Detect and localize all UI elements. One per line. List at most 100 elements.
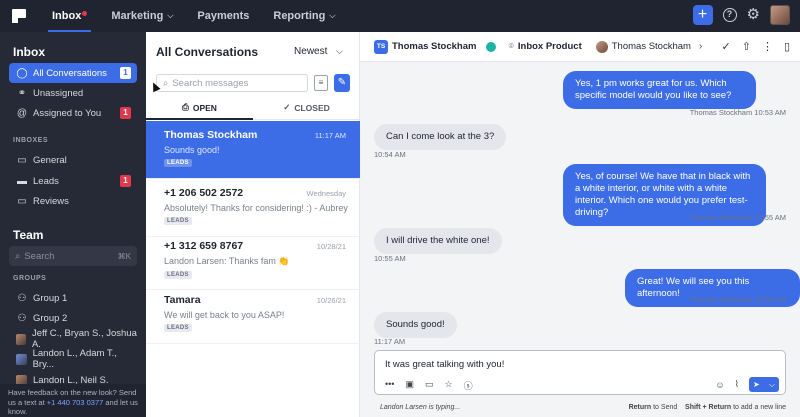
location-pin-icon: ⌾ bbox=[508, 41, 514, 51]
leads-tag: LEADS bbox=[164, 271, 192, 279]
conversation-time: 10/26/21 bbox=[316, 296, 346, 305]
sidebar-item-leads[interactable]: ▬ Leads 1 bbox=[9, 171, 137, 191]
video-icon[interactable]: ▭ bbox=[425, 379, 434, 392]
sidebar-team-title: Team bbox=[13, 228, 44, 242]
composer-tools: ••• ▣ ▭ ☆ ⓢ bbox=[385, 379, 473, 392]
send-icon: ➤ bbox=[753, 380, 760, 389]
message-meta: Thomas Stockham 10:58 AM bbox=[689, 295, 786, 304]
chevron-down-icon: ⌵ bbox=[167, 11, 174, 20]
compose-icon[interactable]: ✎ bbox=[334, 74, 350, 92]
chat-header: TS Thomas Stockham ⌾ Inbox Product Thoma… bbox=[360, 32, 800, 62]
sidebar-inbox-title: Inbox bbox=[13, 45, 45, 59]
tab-closed[interactable]: ✓ CLOSED bbox=[253, 96, 360, 119]
typing-indicator: Landon Larsen is typing... bbox=[380, 404, 461, 411]
send-button[interactable]: ➤ ⌵ bbox=[749, 377, 779, 392]
sidebar-item-group-jeff[interactable]: Jeff C., Bryan S., Joshua A. bbox=[9, 328, 137, 350]
app-logo-icon[interactable] bbox=[12, 9, 26, 23]
message-meta: Thomas Stockham 10:55 AM bbox=[689, 213, 786, 222]
nav-marketing-label: Marketing bbox=[111, 10, 164, 22]
keyboard-shortcut: ⌘K bbox=[117, 251, 131, 261]
sidebar-item-unassigned[interactable]: ⚭ Unassigned bbox=[9, 83, 137, 103]
sidebar-item-assigned-to-you[interactable]: @ Assigned to You 1 bbox=[9, 103, 137, 123]
tab-label: CLOSED bbox=[294, 102, 330, 113]
header-actions: ✓ ⇧ ⋮ ▯ bbox=[722, 40, 791, 53]
conversation-preview: Landon Larsen: Thanks fam 👏 bbox=[164, 256, 290, 266]
group-avatar bbox=[16, 353, 27, 365]
assignee-avatar bbox=[595, 40, 608, 53]
conversation-item[interactable]: Thomas Stockham 11:17 AM Sounds good! LE… bbox=[146, 121, 360, 179]
conversation-time: Wednesday bbox=[306, 189, 346, 198]
message-meta: Thomas Stockham 10:53 AM bbox=[689, 108, 786, 117]
nav-marketing[interactable]: Marketing ⌵ bbox=[99, 0, 185, 32]
nav-payments[interactable]: Payments bbox=[185, 0, 261, 32]
unassigned-icon: ⚭ bbox=[17, 87, 27, 99]
tab-label: OPEN bbox=[192, 102, 217, 113]
sidebar-item-general[interactable]: ▭ General bbox=[9, 150, 137, 170]
conversation-item[interactable]: +1 312 659 8767 10/28/21 Landon Larsen: … bbox=[146, 232, 360, 290]
search-icon: ⌕ bbox=[163, 77, 169, 89]
sidebar-item-label: Jeff C., Bryan S., Joshua A. bbox=[31, 328, 137, 350]
more-vertical-icon[interactable]: ⋮ bbox=[762, 40, 773, 53]
check-icon[interactable]: ✓ bbox=[722, 40, 731, 53]
message-meta: 11:17 AM bbox=[374, 337, 406, 346]
chevron-down-icon: ⌵ bbox=[336, 46, 343, 56]
attachment-icon[interactable]: ▣ bbox=[405, 379, 414, 392]
more-horizontal-icon[interactable]: ••• bbox=[385, 379, 394, 392]
sidebar-toggle-icon[interactable]: ▯ bbox=[784, 40, 790, 53]
gear-icon[interactable]: ⚙ bbox=[747, 7, 760, 22]
sort-dropdown[interactable]: Newest ⌵ bbox=[294, 46, 343, 57]
user-avatar[interactable] bbox=[770, 5, 790, 25]
sidebar-item-label: Assigned to You bbox=[33, 107, 102, 119]
sidebar-item-group-1[interactable]: ⚇ Group 1 bbox=[9, 288, 137, 308]
emoji-icon[interactable]: ☺ bbox=[715, 380, 724, 390]
composer-right-tools: ☺ ⌇ ➤ ⌵ bbox=[715, 377, 779, 392]
sidebar-item-label: General bbox=[33, 154, 67, 166]
contact-name[interactable]: Thomas Stockham bbox=[392, 41, 476, 52]
leads-tag: LEADS bbox=[164, 324, 192, 332]
tab-open[interactable]: ⎙ OPEN bbox=[146, 96, 253, 120]
nav-reporting[interactable]: Reporting ⌵ bbox=[261, 0, 347, 32]
folder-icon: ▬ bbox=[17, 175, 27, 187]
message-incoming: I will drive the white one! bbox=[374, 228, 502, 254]
top-bar: Inbox Marketing ⌵ Payments Reporting ⌵ +… bbox=[0, 0, 800, 32]
sidebar-item-all-conversations[interactable]: ◯ All Conversations 1 bbox=[9, 63, 137, 83]
nav-reporting-label: Reporting bbox=[273, 10, 326, 22]
sidebar-item-group-landon-adam[interactable]: Landon L., Adam T., Bry... bbox=[9, 348, 137, 370]
inbox-name[interactable]: Inbox Product bbox=[518, 41, 582, 52]
plus-icon[interactable]: + bbox=[692, 5, 713, 25]
feedback-phone-link[interactable]: +1 440 703 0377 bbox=[47, 398, 104, 407]
list-title: All Conversations bbox=[156, 45, 259, 59]
dollar-icon[interactable]: ⓢ bbox=[464, 379, 473, 392]
message-incoming: Sounds good! bbox=[374, 312, 457, 338]
help-icon[interactable]: ? bbox=[722, 8, 737, 22]
conversation-item[interactable]: +1 206 502 2572 Wednesday Absolutely! Th… bbox=[146, 179, 360, 237]
sidebar-item-reviews[interactable]: ▭ Reviews bbox=[9, 191, 137, 211]
nav-payments-label: Payments bbox=[197, 10, 250, 22]
chevron-right-icon[interactable]: › bbox=[699, 41, 702, 52]
filter-icon[interactable]: ≡ bbox=[314, 75, 328, 91]
search-icon: ⌕ bbox=[15, 250, 21, 262]
sidebar: Inbox ◯ All Conversations 1 ⚭ Unassigned… bbox=[0, 32, 146, 417]
leads-tag: LEADS bbox=[164, 217, 192, 225]
inboxes-section-label: INBOXES bbox=[13, 137, 49, 144]
assignee-name[interactable]: Thomas Stockham bbox=[612, 41, 691, 52]
nav-inbox[interactable]: Inbox bbox=[40, 0, 99, 32]
channel-icon bbox=[486, 41, 497, 52]
sidebar-item-label: Unassigned bbox=[33, 87, 84, 99]
share-icon[interactable]: ⇧ bbox=[742, 40, 751, 53]
conversation-time: 11:17 AM bbox=[314, 131, 346, 140]
keyboard-hint: Return to Send Shift + Return to add a n… bbox=[629, 404, 786, 411]
sidebar-item-label: Reviews bbox=[33, 195, 69, 207]
star-icon[interactable]: ☆ bbox=[444, 379, 452, 392]
count-badge: 1 bbox=[120, 67, 131, 79]
team-search-input[interactable]: ⌕ Search ⌘K bbox=[9, 246, 137, 266]
chat-panel: TS Thomas Stockham ⌾ Inbox Product Thoma… bbox=[360, 32, 800, 417]
groups-section-label: GROUPS bbox=[13, 275, 47, 282]
search-messages-input[interactable]: ⌕ Search messages bbox=[156, 74, 308, 92]
paperclip-icon[interactable]: ⌇ bbox=[735, 379, 739, 390]
conversation-item[interactable]: Tamara 10/26/21 We will get back to you … bbox=[146, 286, 360, 344]
sidebar-item-group-2[interactable]: ⚇ Group 2 bbox=[9, 308, 137, 328]
conversation-list-panel: All Conversations Newest ⌵ ⌕ Search mess… bbox=[146, 32, 360, 417]
composer-text[interactable]: It was great talking with you! bbox=[385, 359, 504, 370]
message-composer[interactable]: It was great talking with you! ••• ▣ ▭ ☆… bbox=[374, 350, 786, 395]
